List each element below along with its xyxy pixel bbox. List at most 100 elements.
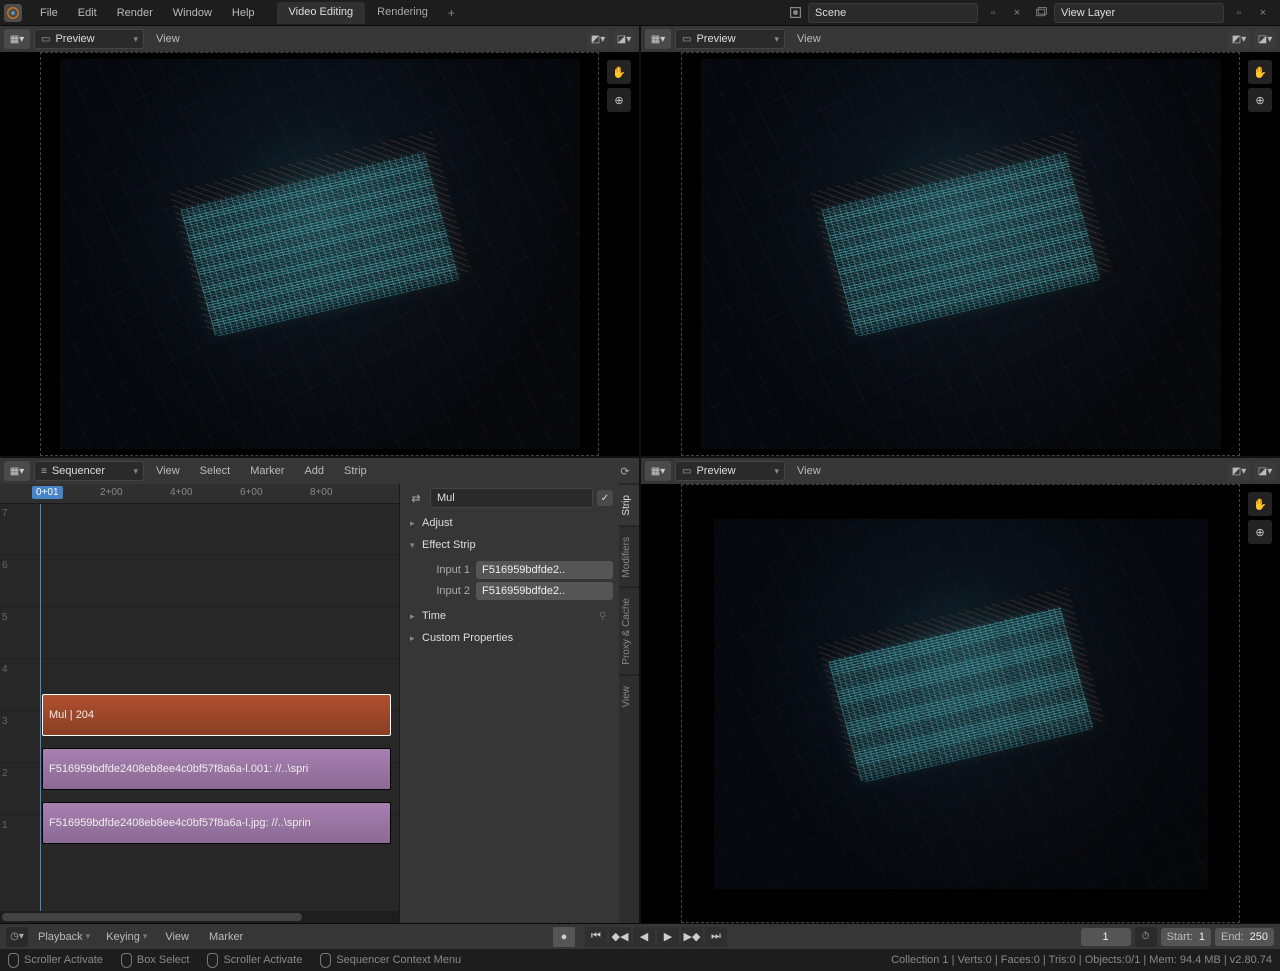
menu-playback[interactable]: Playback (32, 927, 96, 947)
preview-mode-select[interactable]: ▭Preview (34, 29, 144, 49)
zoom-icon[interactable]: ⊕ (1248, 520, 1272, 544)
image-strip-2[interactable]: F516959bdfde2408eb8ee4c0bf57f8a6a-l.jpg:… (42, 802, 391, 844)
sequencer-sidebar: ⇄ Mul ✓ ▸Adjust ▾Effect Strip Input 1 F5… (399, 484, 639, 923)
section-custom-properties[interactable]: ▸Custom Properties (406, 627, 613, 649)
end-frame-field[interactable]: End:250 (1215, 928, 1274, 946)
scene-new-icon[interactable]: ▫ (984, 4, 1002, 22)
preview-mode-select[interactable]: ▭Preview (675, 29, 785, 49)
workspace-tab-rendering[interactable]: Rendering (365, 2, 440, 24)
menu-view[interactable]: View (157, 927, 197, 947)
menu-view[interactable]: View (789, 29, 829, 49)
viewlayer-browse-icon[interactable] (1032, 4, 1050, 22)
scene-name: Scene (815, 7, 846, 19)
zoom-icon[interactable]: ⊕ (1248, 88, 1272, 112)
overlay-toggle-icon[interactable]: ◪▾ (1254, 29, 1276, 49)
mouse-middle-icon (207, 953, 218, 968)
menu-edit[interactable]: Edit (68, 3, 107, 23)
current-frame-field[interactable]: 1 (1081, 928, 1131, 946)
editor-type-icon[interactable]: ▦▾ (4, 461, 30, 481)
pan-icon[interactable]: ✋ (607, 60, 631, 84)
menu-keying[interactable]: Keying (100, 927, 153, 947)
refresh-sequencer-icon[interactable]: ⟳ (615, 461, 635, 481)
scene-field[interactable]: Scene (808, 3, 978, 23)
status-hint-4: Sequencer Context Menu (320, 953, 461, 968)
play-button[interactable]: ▶ (657, 927, 679, 947)
sequencer-tracks[interactable]: 7 6 5 4 3 2 1 Mul | 204 F516959bdfde2408… (0, 504, 399, 911)
sequencer-mode-select[interactable]: ≡Sequencer (34, 461, 144, 481)
start-frame-field[interactable]: Start:1 (1161, 928, 1211, 946)
section-adjust[interactable]: ▸Adjust (406, 512, 613, 534)
preview-panel-bottom: ▦▾ ▭Preview View ◩▾ ◪▾ ✋ ⊕ (641, 458, 1280, 923)
preview-viewport-left[interactable]: ✋ ⊕ (0, 52, 639, 456)
display-channels-icon[interactable]: ◩▾ (1228, 461, 1250, 481)
play-reverse-button[interactable]: ◀ (633, 927, 655, 947)
viewlayer-field[interactable]: View Layer (1054, 3, 1224, 23)
menu-select[interactable]: Select (192, 461, 239, 481)
menu-help[interactable]: Help (222, 3, 265, 23)
auto-keying-button[interactable]: ● (553, 927, 575, 947)
preview-viewport-right[interactable]: ✋ ⊕ (641, 52, 1280, 456)
editor-type-icon[interactable]: ▦▾ (4, 29, 30, 49)
sequencer-ruler[interactable]: 0+01 2+00 4+00 6+00 8+00 (0, 484, 399, 504)
menu-render[interactable]: Render (107, 3, 163, 23)
input2-value[interactable]: F516959bdfde2.. (476, 582, 613, 600)
viewlayer-new-icon[interactable]: ▫ (1230, 4, 1248, 22)
viewlayer-delete-icon[interactable]: × (1254, 4, 1272, 22)
scene-delete-icon[interactable]: × (1008, 4, 1026, 22)
jump-next-keyframe-button[interactable]: ▶◆ (681, 927, 703, 947)
menu-window[interactable]: Window (163, 3, 222, 23)
strip-type-icon[interactable]: ⇄ (406, 488, 426, 508)
menu-file[interactable]: File (30, 3, 68, 23)
overlay-toggle-icon[interactable]: ◪▾ (1254, 461, 1276, 481)
strip-name-field[interactable]: Mul (430, 488, 593, 508)
zoom-icon[interactable]: ⊕ (607, 88, 631, 112)
jump-end-button[interactable]: ⏭ (705, 927, 727, 947)
jump-prev-keyframe-button[interactable]: ◆◀ (609, 927, 631, 947)
use-preview-range-icon[interactable]: ⏱ (1135, 927, 1157, 947)
menu-strip[interactable]: Strip (336, 461, 375, 481)
preview-mode-select[interactable]: ▭Preview (675, 461, 785, 481)
input2-label: Input 2 (418, 585, 470, 597)
effect-strip-multiply[interactable]: Mul | 204 (42, 694, 391, 736)
track-number: 6 (2, 560, 8, 571)
sidebar-tab-view[interactable]: View (619, 675, 639, 718)
section-time[interactable]: ▸Time⚲ (406, 605, 613, 627)
image-strip-1[interactable]: F516959bdfde2408eb8ee4c0bf57f8a6a-l.001:… (42, 748, 391, 790)
scrollbar-thumb[interactable] (2, 913, 302, 921)
editor-type-icon[interactable]: ▦▾ (645, 461, 671, 481)
editor-type-icon[interactable]: ◷▾ (6, 927, 28, 947)
overlay-toggle-icon[interactable]: ◪▾ (613, 29, 635, 49)
sidebar-tab-modifiers[interactable]: Modifiers (619, 526, 639, 588)
mouse-left-icon (8, 953, 19, 968)
pan-icon[interactable]: ✋ (1248, 492, 1272, 516)
preview-panel-right: ▦▾ ▭Preview View ◩▾ ◪▾ ✋ ⊕ (641, 26, 1280, 456)
section-effect-strip[interactable]: ▾Effect Strip (406, 534, 613, 556)
mouse-right-icon (320, 953, 331, 968)
pan-icon[interactable]: ✋ (1248, 60, 1272, 84)
sidebar-tab-strip[interactable]: Strip (619, 484, 639, 526)
sidebar-tab-proxy-cache[interactable]: Proxy & Cache (619, 587, 639, 675)
status-hint-2: Box Select (121, 953, 190, 968)
jump-start-button[interactable]: ⏮ (585, 927, 607, 947)
menu-marker[interactable]: Marker (242, 461, 292, 481)
menu-add[interactable]: Add (296, 461, 332, 481)
horizontal-scrollbar[interactable] (0, 911, 399, 923)
add-workspace-button[interactable]: + (440, 2, 463, 24)
playhead-line[interactable] (40, 504, 41, 911)
input1-value[interactable]: F516959bdfde2.. (476, 561, 613, 579)
menu-view[interactable]: View (148, 461, 188, 481)
menu-view[interactable]: View (789, 461, 829, 481)
top-menu-bar: File Edit Render Window Help Video Editi… (0, 0, 1280, 26)
preview-viewport-bottom[interactable]: ✋ ⊕ (641, 484, 1280, 923)
editor-type-icon[interactable]: ▦▾ (645, 29, 671, 49)
workspace-tab-video-editing[interactable]: Video Editing (277, 2, 366, 24)
display-channels-icon[interactable]: ◩▾ (587, 29, 609, 49)
strip-mute-checkbox[interactable]: ✓ (597, 490, 613, 506)
menu-view[interactable]: View (148, 29, 188, 49)
menu-marker[interactable]: Marker (201, 927, 251, 947)
input1-label: Input 1 (418, 564, 470, 576)
ruler-tick: 6+00 (240, 487, 263, 498)
scene-browse-icon[interactable] (786, 4, 804, 22)
display-channels-icon[interactable]: ◩▾ (1228, 29, 1250, 49)
rendered-image (714, 518, 1208, 889)
